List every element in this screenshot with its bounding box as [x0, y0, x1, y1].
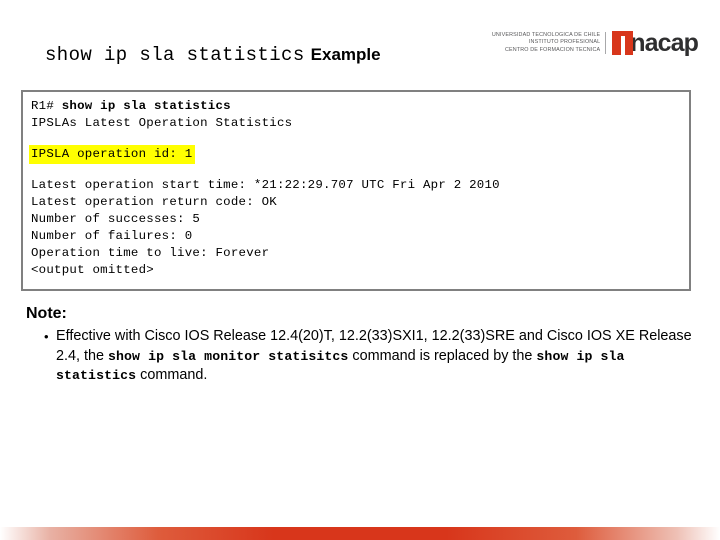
- note-text-part-2: command is replaced by the: [348, 347, 537, 364]
- logo-institution-text: UNIVERSIDAD TECNOLOGICA DE CHILE INSTITU…: [491, 31, 607, 55]
- list-item: • Effective with Cisco IOS Release 12.4(2…: [26, 327, 696, 386]
- page-title: show ip sla statistics Example: [45, 44, 381, 66]
- terminal-stats-header: IPSLAs Latest Operation Statistics: [31, 116, 293, 130]
- terminal-line: Latest operation start time: *21:22:29.7…: [31, 178, 500, 192]
- note-heading: Note:: [26, 305, 67, 322]
- logo-square-icon: [612, 31, 634, 55]
- terminal-spacer-1: [31, 132, 689, 145]
- page-title-word: Example: [310, 45, 381, 64]
- terminal-prompt-line: R1# show ip sla statistics: [31, 98, 689, 115]
- logo-mark: nacap: [606, 28, 699, 57]
- terminal-line: Number of successes: 5: [31, 212, 201, 226]
- logo-wordmark: nacap: [630, 28, 699, 57]
- terminal-line: Number of failures: 0: [31, 229, 193, 243]
- footer-accent-band: [0, 527, 720, 540]
- terminal-spacer-2: [31, 164, 689, 177]
- terminal-highlight-row: IPSLA operation id: 1: [29, 145, 689, 164]
- terminal-line: <output omitted>: [31, 263, 154, 277]
- note-code-old-command: show ip sla monitor statisitcs: [108, 348, 349, 364]
- terminal-output-box: R1# show ip sla statistics IPSLAs Latest…: [21, 90, 691, 291]
- page-title-command: show ip sla statistics: [45, 44, 305, 66]
- note-list: • Effective with Cisco IOS Release 12.4(2…: [26, 327, 696, 386]
- terminal-prompt-command: show ip sla statistics: [61, 99, 231, 113]
- logo-text-line-2: INSTITUTO PROFESIONAL: [528, 39, 601, 46]
- terminal-line: Latest operation return code: OK: [31, 195, 277, 209]
- inacap-logo: UNIVERSIDAD TECNOLOGICA DE CHILE INSTITU…: [491, 27, 699, 59]
- logo-text-line-1: UNIVERSIDAD TECNOLOGICA DE CHILE: [491, 31, 601, 38]
- ipsla-operation-id-highlight: IPSLA operation id: 1: [29, 145, 196, 164]
- slide-header: UNIVERSIDAD TECNOLOGICA DE CHILE INSTITU…: [0, 0, 720, 88]
- bullet-icon: •: [44, 329, 49, 344]
- note-text-part-3: command.: [136, 367, 208, 383]
- note-section: Note: • Effective with Cisco IOS Release …: [26, 305, 696, 386]
- terminal-prompt: R1#: [31, 99, 62, 113]
- terminal-line: Operation time to live: Forever: [31, 246, 270, 260]
- logo-text-line-3: CENTRO DE FORMACION TECNICA: [504, 46, 601, 53]
